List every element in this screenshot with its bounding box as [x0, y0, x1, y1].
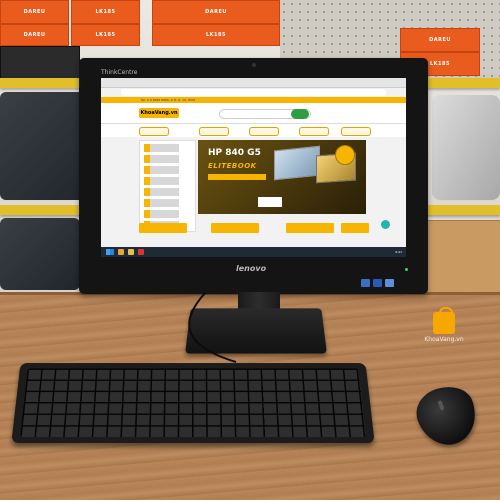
- keyboard-keys: [20, 368, 366, 438]
- keyboard: [11, 363, 375, 444]
- store-watermark: KhoaVang.vn: [420, 307, 468, 343]
- mouse-wheel: [437, 400, 445, 411]
- shopping-bag-icon: [433, 307, 455, 334]
- watermark-text: KhoaVang.vn: [424, 336, 464, 343]
- photo-scene: DAREU LK185 DAREU LK185 DAREU LK185 DARE…: [0, 0, 500, 500]
